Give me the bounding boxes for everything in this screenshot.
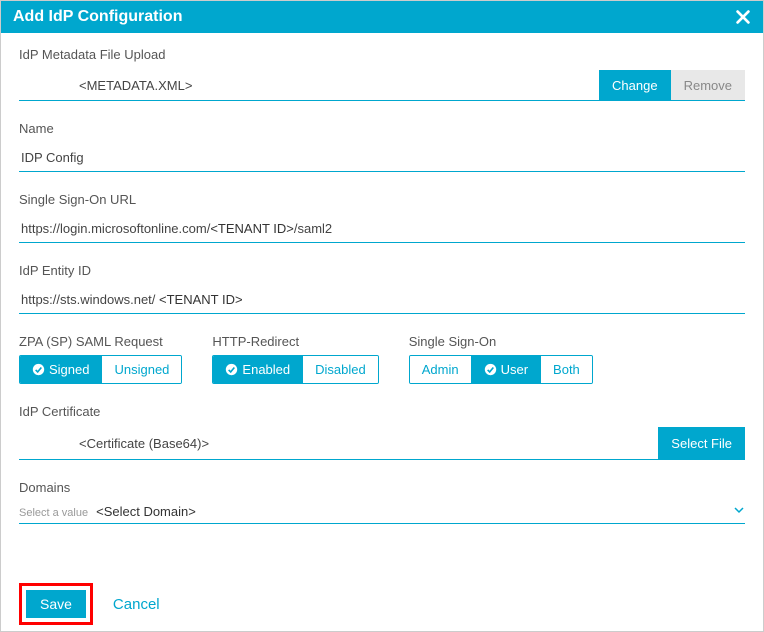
name-section: Name <box>19 121 745 172</box>
sso-url-value: https://login.microsoftonline.com/<TENAN… <box>19 215 745 242</box>
saml-request-unsigned[interactable]: Unsigned <box>101 356 181 383</box>
saml-request-signed[interactable]: Signed <box>20 356 101 383</box>
toggle-label: User <box>501 362 528 377</box>
domains-value: <Select Domain> <box>96 504 733 519</box>
cert-field-row: <Certificate (Base64)> Select File <box>19 427 745 460</box>
check-icon <box>484 363 497 376</box>
cancel-button[interactable]: Cancel <box>113 596 160 613</box>
metadata-section: IdP Metadata File Upload <METADATA.XML> … <box>19 47 745 101</box>
saml-request-group: ZPA (SP) SAML Request Signed Unsigned <box>19 334 182 384</box>
name-label: Name <box>19 121 745 136</box>
metadata-label: IdP Metadata File Upload <box>19 47 745 62</box>
dialog-title: Add IdP Configuration <box>13 8 733 26</box>
toggle-label: Enabled <box>242 362 290 377</box>
sso-admin[interactable]: Admin <box>410 356 471 383</box>
sso-label: Single Sign-On <box>409 334 593 349</box>
select-file-button[interactable]: Select File <box>658 427 745 459</box>
entity-id-prefix: https://sts.windows.net/ <box>21 292 159 307</box>
sso-both[interactable]: Both <box>540 356 592 383</box>
sso-group: Single Sign-On Admin User Both <box>409 334 593 384</box>
toggle-label: Unsigned <box>114 362 169 377</box>
sso-url-tenant-placeholder: <TENANT ID> <box>210 221 294 236</box>
domains-helper: Select a value <box>19 507 88 519</box>
dialog-body: IdP Metadata File Upload <METADATA.XML> … <box>1 33 763 577</box>
toggles-section: ZPA (SP) SAML Request Signed Unsigned <box>19 334 745 384</box>
sso-url-label: Single Sign-On URL <box>19 192 745 207</box>
domains-label: Domains <box>19 480 745 495</box>
save-button[interactable]: Save <box>26 590 86 618</box>
change-button[interactable]: Change <box>599 70 671 100</box>
entity-id-section: IdP Entity ID https://sts.windows.net/ <… <box>19 263 745 314</box>
toggle-label: Signed <box>49 362 89 377</box>
entity-id-tenant-placeholder: <TENANT ID> <box>159 292 243 307</box>
cert-value: <Certificate (Base64)> <box>19 430 658 457</box>
metadata-field-row: <METADATA.XML> Change Remove <box>19 70 745 101</box>
sso-url-prefix: https://login.microsoftonline.com/ <box>21 221 210 236</box>
http-redirect-toggle: Enabled Disabled <box>212 355 378 384</box>
entity-id-field-row[interactable]: https://sts.windows.net/ <TENANT ID> <box>19 286 745 314</box>
name-field-row <box>19 144 745 172</box>
domains-select[interactable]: Select a value <Select Domain> <box>19 503 745 524</box>
domains-section: Domains Select a value <Select Domain> <box>19 480 745 524</box>
toggle-label: Disabled <box>315 362 366 377</box>
sso-user[interactable]: User <box>471 356 540 383</box>
http-redirect-group: HTTP-Redirect Enabled Disabled <box>212 334 378 384</box>
chevron-down-icon <box>733 503 745 519</box>
http-redirect-label: HTTP-Redirect <box>212 334 378 349</box>
check-icon <box>32 363 45 376</box>
entity-id-label: IdP Entity ID <box>19 263 745 278</box>
close-icon[interactable] <box>733 7 753 27</box>
http-redirect-disabled[interactable]: Disabled <box>302 356 378 383</box>
entity-id-value: https://sts.windows.net/ <TENANT ID> <box>19 286 745 313</box>
toggle-label: Both <box>553 362 580 377</box>
saml-request-toggle: Signed Unsigned <box>19 355 182 384</box>
sso-url-field-row[interactable]: https://login.microsoftonline.com/<TENAN… <box>19 215 745 243</box>
sso-url-suffix: /saml2 <box>294 221 332 236</box>
dialog: Add IdP Configuration IdP Metadata File … <box>0 0 764 632</box>
save-highlight: Save <box>19 583 93 625</box>
metadata-value: <METADATA.XML> <box>19 72 599 99</box>
saml-request-label: ZPA (SP) SAML Request <box>19 334 182 349</box>
cert-section: IdP Certificate <Certificate (Base64)> S… <box>19 404 745 460</box>
dialog-footer: Save Cancel <box>1 577 763 631</box>
name-input[interactable] <box>19 144 745 171</box>
toggle-label: Admin <box>422 362 459 377</box>
cert-label: IdP Certificate <box>19 404 745 419</box>
http-redirect-enabled[interactable]: Enabled <box>213 356 302 383</box>
sso-toggle: Admin User Both <box>409 355 593 384</box>
sso-url-section: Single Sign-On URL https://login.microso… <box>19 192 745 243</box>
remove-button[interactable]: Remove <box>671 70 745 100</box>
check-icon <box>225 363 238 376</box>
dialog-titlebar: Add IdP Configuration <box>1 1 763 33</box>
